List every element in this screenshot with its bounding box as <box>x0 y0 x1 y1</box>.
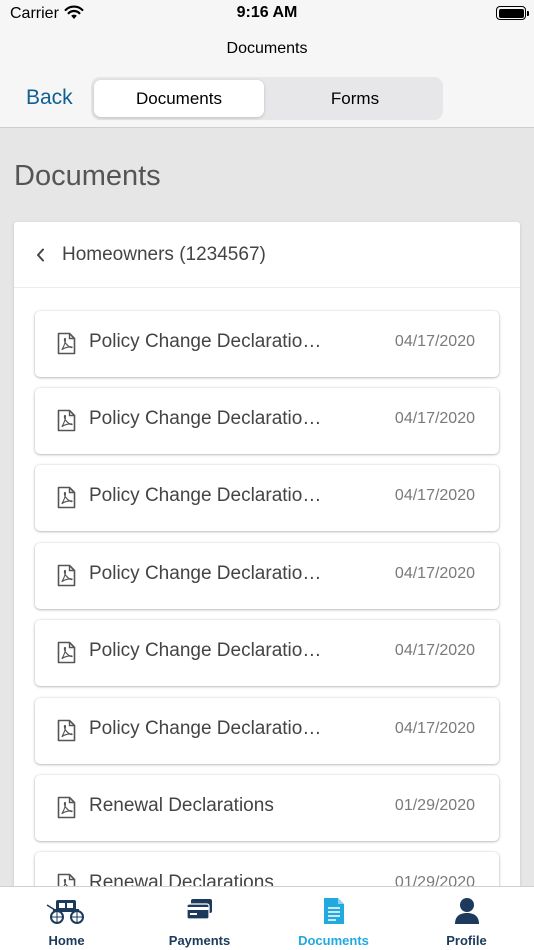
document-name: Policy Change Declaratio… <box>89 331 322 352</box>
document-row[interactable]: Renewal Declarations 01/29/2020 <box>35 775 499 841</box>
navigation-bar: Documents Back Documents Forms <box>0 30 534 128</box>
stagecoach-icon <box>46 900 84 924</box>
credit-card-icon <box>185 899 212 920</box>
document-date: 01/29/2020 <box>394 797 475 814</box>
document-date: 04/17/2020 <box>394 333 475 350</box>
page-heading: Documents <box>14 160 161 192</box>
tab-bar: Home Payments Documents Profile <box>0 886 534 950</box>
pdf-file-icon <box>57 409 76 432</box>
document-icon <box>323 898 344 924</box>
status-bar: Carrier 9:16 AM <box>0 0 534 30</box>
document-date: 04/17/2020 <box>394 410 475 427</box>
pdf-file-icon <box>57 641 76 664</box>
document-date: 04/17/2020 <box>394 565 475 582</box>
document-name: Policy Change Declaratio… <box>89 563 322 584</box>
clock: 9:16 AM <box>236 4 298 21</box>
policy-card: Homeowners (1234567) Policy Change Decla… <box>14 222 520 902</box>
document-row[interactable]: Policy Change Declaratio… 04/17/2020 <box>35 465 499 531</box>
tab-profile[interactable]: Profile <box>400 887 533 950</box>
pdf-file-icon <box>57 486 76 509</box>
policy-title: Homeowners (1234567) <box>62 244 266 265</box>
chevron-left-icon <box>37 248 44 262</box>
tab-payments-label: Payments <box>168 933 231 948</box>
segmented-control: Documents Forms <box>91 77 443 120</box>
document-row[interactable]: Policy Change Declaratio… 04/17/2020 <box>35 311 499 377</box>
document-date: 04/17/2020 <box>394 642 475 659</box>
pdf-file-icon <box>57 564 76 587</box>
tab-home[interactable]: Home <box>0 887 133 950</box>
tab-documents-label: Documents <box>298 933 369 948</box>
document-name: Policy Change Declaratio… <box>89 408 322 429</box>
pdf-file-icon <box>57 719 76 742</box>
tab-home-label: Home <box>48 933 85 948</box>
document-row[interactable]: Policy Change Declaratio… 04/17/2020 <box>35 388 499 454</box>
segment-documents[interactable]: Documents <box>94 80 264 117</box>
document-row[interactable]: Policy Change Declaratio… 04/17/2020 <box>35 620 499 686</box>
battery-icon <box>496 6 529 20</box>
document-row[interactable]: Policy Change Declaratio… 04/17/2020 <box>35 698 499 764</box>
policy-card-header[interactable]: Homeowners (1234567) <box>14 222 520 288</box>
person-icon <box>454 898 479 924</box>
tab-payments[interactable]: Payments <box>133 887 266 950</box>
tab-profile-label: Profile <box>446 933 487 948</box>
document-row[interactable]: Policy Change Declaratio… 04/17/2020 <box>35 543 499 609</box>
document-date: 04/17/2020 <box>394 487 475 504</box>
back-button[interactable]: Back <box>26 86 73 110</box>
pdf-file-icon <box>57 332 76 355</box>
document-name: Renewal Declarations <box>89 795 274 816</box>
document-name: Policy Change Declaratio… <box>89 485 322 506</box>
segment-forms[interactable]: Forms <box>270 80 440 117</box>
document-date: 04/17/2020 <box>394 720 475 737</box>
document-name: Policy Change Declaratio… <box>89 718 322 739</box>
pdf-file-icon <box>57 796 76 819</box>
nav-title: Documents <box>226 40 308 57</box>
tab-documents[interactable]: Documents <box>267 887 400 950</box>
document-name: Policy Change Declaratio… <box>89 640 322 661</box>
